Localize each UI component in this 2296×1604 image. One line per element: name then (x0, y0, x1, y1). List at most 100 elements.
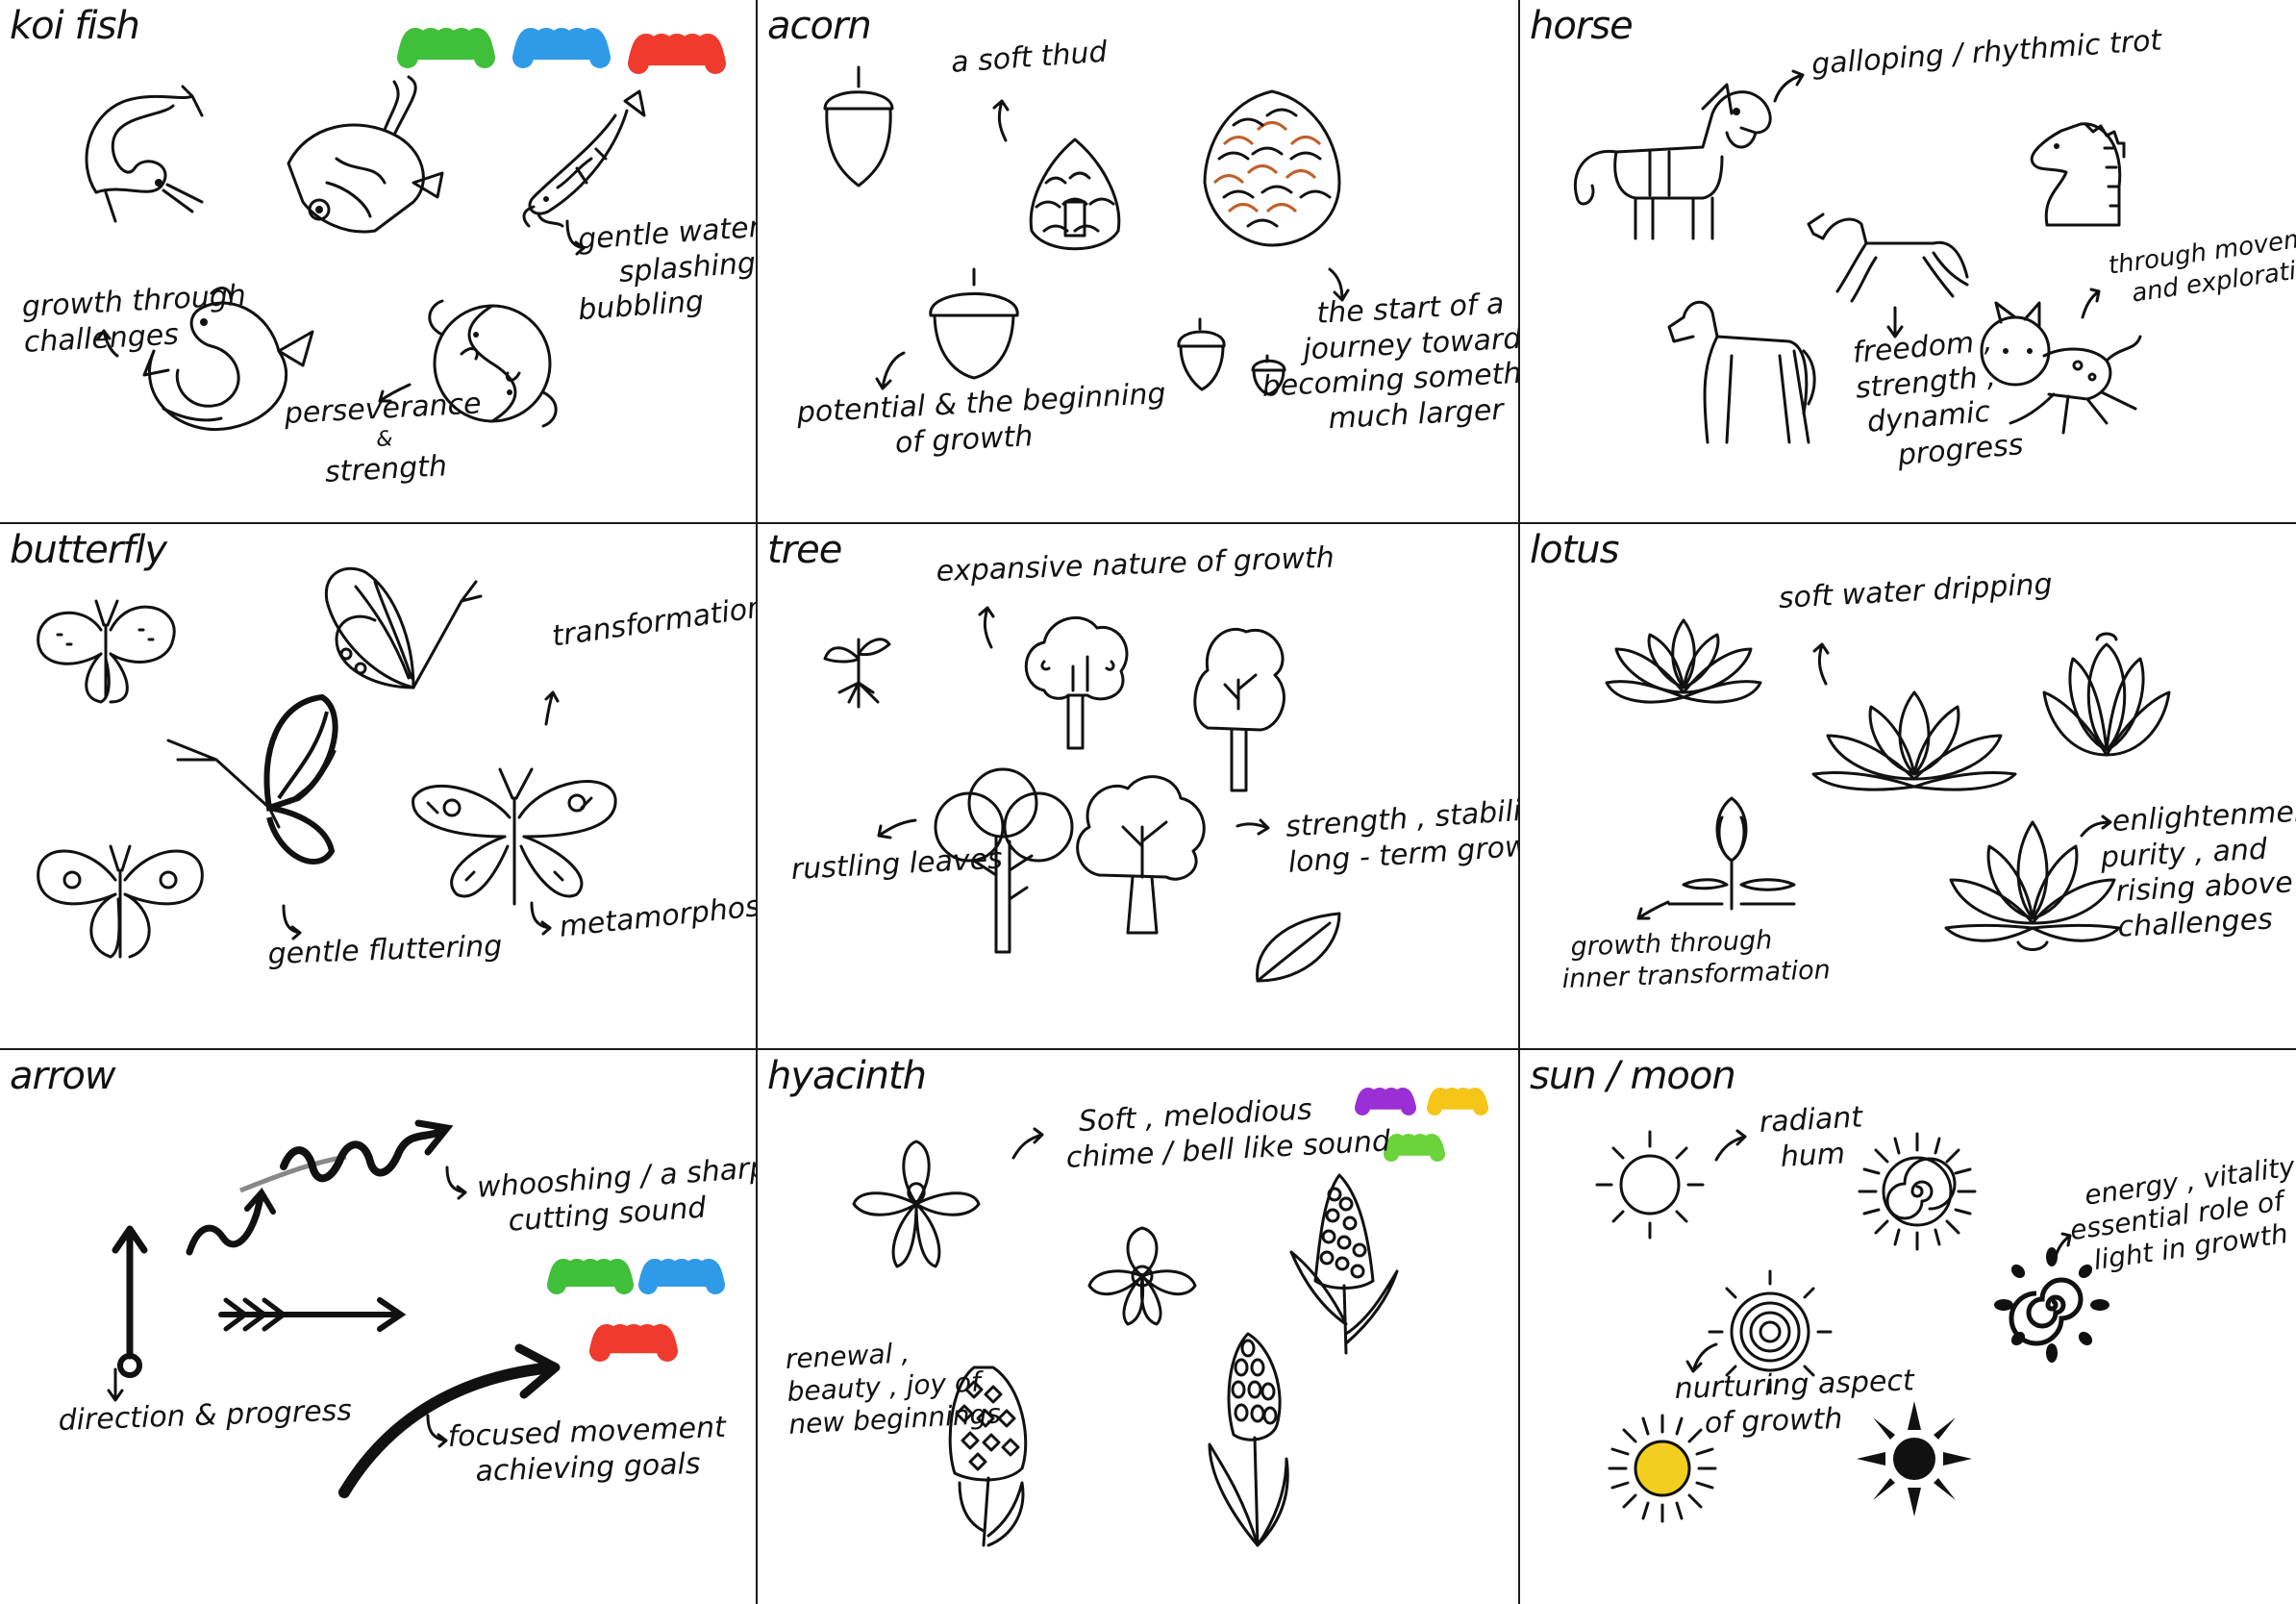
orchid-icon (852, 1140, 981, 1268)
arrow-icon (1636, 900, 1670, 920)
arrow-icon (1011, 1127, 1044, 1160)
panel-butterfly: butterfly transformation gentle flutteri… (0, 524, 756, 1048)
arrow-icon (1773, 69, 1805, 103)
acorn-icon (823, 65, 894, 188)
note-radiant-hum: radiant hum (1759, 1100, 1863, 1174)
panel-title: horse (1530, 4, 1634, 48)
note-soft-thud: a soft thud (950, 35, 1109, 80)
hyacinth-icon (948, 1366, 1028, 1547)
wave-arrow-icon (186, 1187, 276, 1256)
note-dripping: soft water dripping (1778, 567, 2054, 615)
note-energy: energy , vitality , essential role of li… (2067, 1147, 2296, 1277)
tree-icon (1076, 775, 1206, 935)
tree-icon (1024, 615, 1129, 750)
note-whoosh: whooshing / a sharp cutting sound (476, 1150, 756, 1239)
lotus-bud-icon (1667, 796, 1796, 911)
arrow-icon (2080, 815, 2112, 838)
panel-title: acorn (767, 4, 872, 48)
butterfly-icon (37, 844, 204, 959)
panel-title: lotus (1530, 528, 1619, 572)
color-swatch-lime (1384, 1134, 1445, 1162)
note-inner-transformation: growth through inner transformation (1561, 925, 1832, 994)
panel-title: arrow (10, 1054, 116, 1098)
pinecone-icon (1029, 138, 1121, 251)
hyacinth-icon (1208, 1332, 1289, 1547)
pony-icon (1573, 83, 1772, 240)
panel-tree: tree expansive nature of growth rustling… (758, 524, 1518, 1048)
koi-fish-icon (85, 85, 204, 223)
note-movement: through movement and exploration (2107, 217, 2296, 309)
note-water-sounds: gentle water splashing bubbling (577, 210, 756, 328)
arrow-icon (992, 99, 1010, 142)
arrow-up-icon (112, 1225, 148, 1378)
panel-acorn: acorn a soft thud potential & the beginn… (758, 0, 1518, 522)
note-transformation: transformation (550, 589, 756, 654)
sun-icon (1608, 1414, 1717, 1523)
note-gallop: galloping / rhythmic trot (1810, 23, 2163, 82)
note-chime: Soft , melodious chime / bell like sound (1064, 1092, 1391, 1175)
dark-sun-icon (1857, 1401, 1972, 1516)
note-potential: potential & the beginning of growth (796, 376, 1167, 461)
arrow-icon (1328, 267, 1350, 302)
color-swatch-green (397, 28, 495, 68)
arrow-icon (1812, 642, 1830, 686)
arrow-icon (1235, 818, 1270, 836)
panel-title: butterfly (10, 528, 167, 572)
panel-title: koi fish (10, 4, 140, 48)
color-swatch-yellow (1427, 1088, 1488, 1115)
color-swatch-green (547, 1259, 634, 1294)
moodboard: koi fish gentle water splashing bubbling… (0, 0, 2296, 1604)
butterfly-icon (412, 767, 617, 906)
flower-icon (1087, 1226, 1197, 1326)
panel-hyacinth: hyacinth Soft , melodious chime / bell l… (758, 1050, 1518, 1604)
note-expansive: expansive nature of growth (936, 540, 1335, 589)
sun-icon (1595, 1130, 1705, 1240)
sprout-icon (823, 638, 891, 709)
color-swatch-red (628, 34, 726, 74)
panel-lotus: lotus soft water dripping growth through… (1520, 524, 2296, 1048)
panel-title: sun / moon (1530, 1054, 1736, 1098)
arrow-icon (1685, 1342, 1718, 1373)
arrow-icon (544, 690, 560, 726)
arrow-icon (530, 901, 552, 936)
leaf-icon (1256, 912, 1341, 983)
note-strength: strength , stability , long - term growt… (1285, 790, 1518, 880)
butterfly-icon (324, 566, 483, 689)
panel-arrow: arrow whooshing / a sharp cutting sound (0, 1050, 756, 1604)
running-horse-icon (1807, 213, 1969, 303)
arrow-icon (875, 351, 906, 390)
color-swatch-blue (638, 1259, 725, 1294)
note-focused: focused movement achieving goals (447, 1410, 727, 1489)
arrow-icon (2052, 1232, 2072, 1264)
lotus-icon (1811, 690, 2017, 791)
note-direction: direction & progress (58, 1393, 353, 1438)
lotus-icon (1605, 618, 1762, 704)
note-growth-challenges: growth through challenges (21, 278, 247, 360)
arrow-icon (378, 383, 412, 403)
koi-fish-icon (522, 89, 646, 228)
koi-fish-icon (287, 75, 444, 234)
arrow-icon (877, 818, 917, 840)
note-journey: the start of a journey toward becoming s… (1260, 287, 1518, 437)
color-swatch-blue (512, 28, 611, 68)
panel-title: tree (767, 528, 842, 572)
color-swatch-red (589, 1324, 678, 1362)
lotus-icon (2042, 632, 2171, 757)
panel-sun-moon: sun / moon radiant hum nurturing aspect … (1520, 1050, 2296, 1604)
arrow-icon (978, 606, 995, 649)
panel-title: hyacinth (767, 1054, 927, 1098)
chess-knight-icon (2030, 122, 2126, 227)
pinecone-icon (1203, 89, 1341, 247)
walking-horse-icon (1667, 300, 1816, 444)
arrow-icon (445, 1165, 467, 1200)
spiral-sun-icon (1858, 1132, 1977, 1251)
arrow-icon (107, 1367, 124, 1402)
arrow-icon (1886, 306, 1904, 338)
arrow-icon (426, 1414, 448, 1448)
panel-horse: horse galloping / rhythmic trot through … (1520, 0, 2296, 522)
note-enlightenment: enlightenment , purity , and rising abov… (2099, 792, 2296, 944)
arrow-icon (2081, 288, 2101, 319)
arrow-icon (1714, 1129, 1747, 1162)
panel-koi-fish: koi fish gentle water splashing bubbling… (0, 0, 756, 522)
arrow-icon (282, 904, 302, 940)
